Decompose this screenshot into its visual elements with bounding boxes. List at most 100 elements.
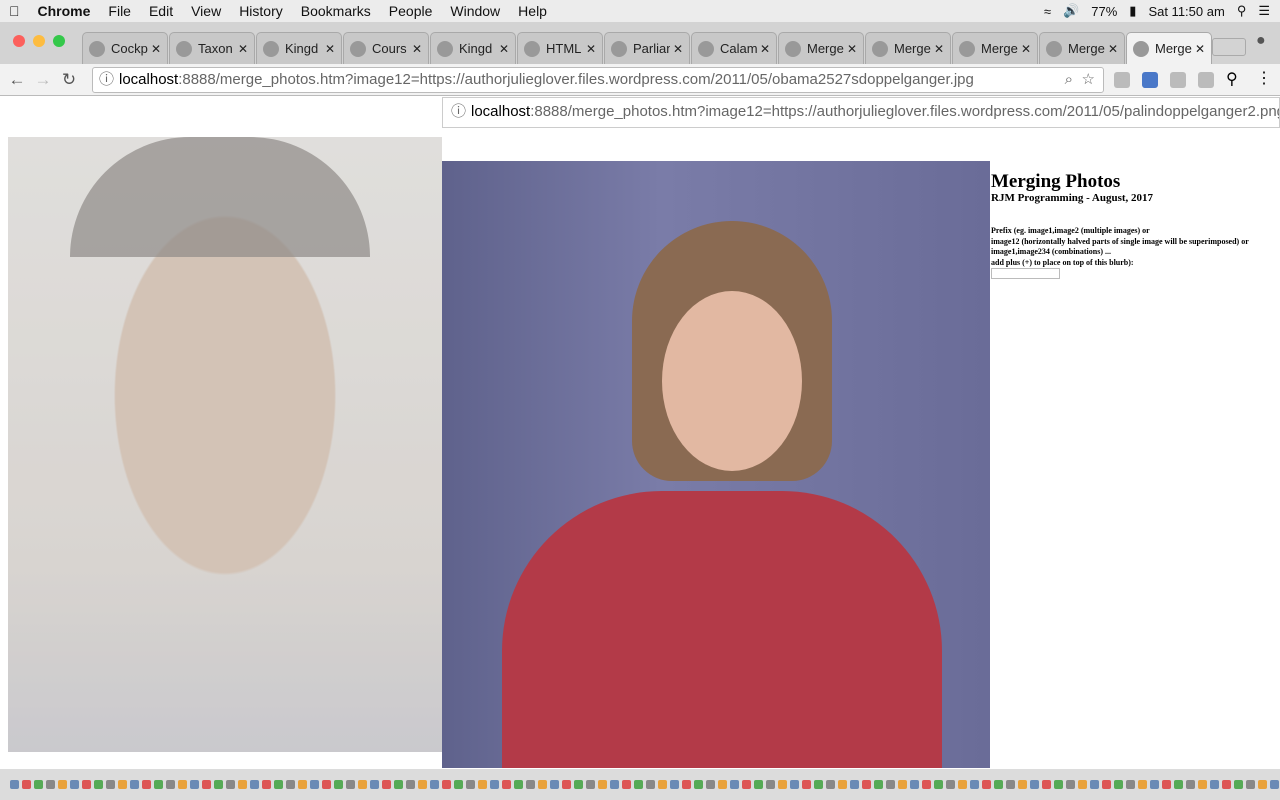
dock-app-icon[interactable] [490, 780, 499, 789]
dock-app-icon[interactable] [202, 780, 211, 789]
dock-app-icon[interactable] [130, 780, 139, 789]
close-tab-icon[interactable]: ✕ [238, 42, 248, 56]
dock-app-icon[interactable] [754, 780, 763, 789]
dock-app-icon[interactable] [226, 780, 235, 789]
browser-tab[interactable]: Taxon ✕ [169, 32, 255, 64]
dock-app-icon[interactable] [1234, 780, 1243, 789]
dock-app-icon[interactable] [982, 780, 991, 789]
dock-app-icon[interactable] [550, 780, 559, 789]
dock-app-icon[interactable] [238, 780, 247, 789]
dock-app-icon[interactable] [1066, 780, 1075, 789]
browser-tab[interactable]: Kingd ✕ [256, 32, 342, 64]
extension-icon[interactable] [1198, 72, 1214, 88]
dock-app-icon[interactable] [406, 780, 415, 789]
dock-app-icon[interactable] [598, 780, 607, 789]
dock-app-icon[interactable] [442, 780, 451, 789]
dock-app-icon[interactable] [826, 780, 835, 789]
dock-app-icon[interactable] [142, 780, 151, 789]
dock-app-icon[interactable] [1210, 780, 1219, 789]
extension-icon[interactable] [1114, 72, 1130, 88]
browser-tab[interactable]: Calam ✕ [691, 32, 777, 64]
dock-app-icon[interactable] [382, 780, 391, 789]
dock-app-icon[interactable] [1078, 780, 1087, 789]
dock-app-icon[interactable] [298, 780, 307, 789]
menu-app-chrome[interactable]: Chrome [38, 3, 91, 19]
dock-app-icon[interactable] [1186, 780, 1195, 789]
prefix-input[interactable] [991, 268, 1060, 279]
spotlight-icon[interactable]: ⚲ [1237, 3, 1247, 19]
dock-app-icon[interactable] [682, 780, 691, 789]
dock-app-icon[interactable] [634, 780, 643, 789]
browser-tab[interactable]: Kingd ✕ [430, 32, 516, 64]
dock-app-icon[interactable] [1018, 780, 1027, 789]
browser-tab[interactable]: Cockpit✕ [82, 32, 168, 64]
dock-app-icon[interactable] [562, 780, 571, 789]
browser-tab[interactable]: Merge ✕ [865, 32, 951, 64]
volume-icon[interactable]: 🔊 [1063, 3, 1079, 19]
dock-app-icon[interactable] [1222, 780, 1231, 789]
dock-app-icon[interactable] [430, 780, 439, 789]
browser-tab[interactable]: Merge ✕ [778, 32, 864, 64]
dock-app-icon[interactable] [994, 780, 1003, 789]
browser-tab[interactable]: Cours ✕ [343, 32, 429, 64]
dock-app-icon[interactable] [1174, 780, 1183, 789]
dock-app-icon[interactable] [274, 780, 283, 789]
close-tab-icon[interactable]: ✕ [760, 42, 770, 56]
dock-app-icon[interactable] [538, 780, 547, 789]
clock[interactable]: Sat 11:50 am [1148, 4, 1224, 19]
menu-help[interactable]: Help [518, 3, 547, 19]
browser-tab[interactable]: Merge ✕ [1126, 32, 1212, 64]
dock-app-icon[interactable] [970, 780, 979, 789]
menu-people[interactable]: People [389, 3, 433, 19]
extension-icon[interactable] [1142, 72, 1158, 88]
menu-bookmarks[interactable]: Bookmarks [301, 3, 371, 19]
dock-app-icon[interactable] [1258, 780, 1267, 789]
dock-app-icon[interactable] [850, 780, 859, 789]
dock-app-icon[interactable] [862, 780, 871, 789]
dock-app-icon[interactable] [658, 780, 667, 789]
dock-app-icon[interactable] [334, 780, 343, 789]
battery-percent[interactable]: 77% [1091, 4, 1117, 19]
close-tab-icon[interactable]: ✕ [1195, 42, 1205, 56]
info-icon[interactable]: ⓘ [451, 98, 466, 126]
dock-app-icon[interactable] [466, 780, 475, 789]
dock-app-icon[interactable] [346, 780, 355, 789]
dock-app-icon[interactable] [94, 780, 103, 789]
apple-icon[interactable]:  [9, 3, 20, 19]
dock-app-icon[interactable] [898, 780, 907, 789]
dock-app-icon[interactable] [514, 780, 523, 789]
browser-tab[interactable]: Parliam✕ [604, 32, 690, 64]
close-tab-icon[interactable]: ✕ [151, 42, 161, 56]
search-icon[interactable]: ⚲ [1226, 69, 1238, 89]
close-tab-icon[interactable]: ✕ [847, 42, 857, 56]
dock-app-icon[interactable] [934, 780, 943, 789]
reload-button[interactable]: ↻ [56, 70, 82, 90]
close-window-button[interactable] [13, 35, 25, 47]
dock-app-icon[interactable] [1042, 780, 1051, 789]
chrome-menu-icon[interactable]: ⋮ [1256, 68, 1272, 88]
dock-app-icon[interactable] [622, 780, 631, 789]
dock-app-icon[interactable] [310, 780, 319, 789]
dock-app-icon[interactable] [178, 780, 187, 789]
forward-button[interactable]: → [30, 70, 56, 90]
dock-app-icon[interactable] [502, 780, 511, 789]
address-bar[interactable]: ⓘ localhost:8888/merge_photos.htm?image1… [92, 67, 1104, 93]
back-button[interactable]: ← [4, 70, 30, 90]
dock-app-icon[interactable] [1162, 780, 1171, 789]
wifi-icon[interactable]: ≈ [1044, 4, 1051, 19]
dock-app-icon[interactable] [694, 780, 703, 789]
dock-app-icon[interactable] [1138, 780, 1147, 789]
close-tab-icon[interactable]: ✕ [1021, 42, 1031, 56]
close-tab-icon[interactable]: ✕ [499, 42, 509, 56]
dock-app-icon[interactable] [262, 780, 271, 789]
dock-app-icon[interactable] [322, 780, 331, 789]
browser-tab[interactable]: HTML ✕ [517, 32, 603, 64]
dock-app-icon[interactable] [706, 780, 715, 789]
dock-app-icon[interactable] [742, 780, 751, 789]
bookmark-star-icon[interactable]: ☆ [1082, 68, 1095, 92]
dock-app-icon[interactable] [1246, 780, 1255, 789]
dock-app-icon[interactable] [646, 780, 655, 789]
dock-app-icon[interactable] [922, 780, 931, 789]
dock-app-icon[interactable] [586, 780, 595, 789]
dock-app-icon[interactable] [1114, 780, 1123, 789]
